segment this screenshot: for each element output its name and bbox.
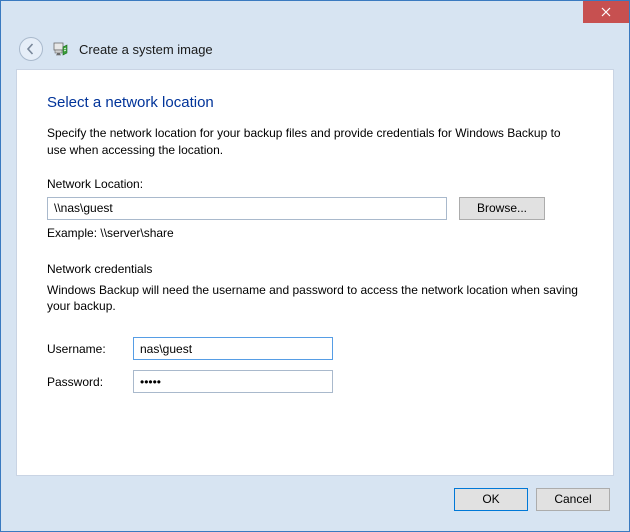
example-text: Example: \\server\share: [47, 226, 583, 240]
close-button[interactable]: [583, 1, 629, 23]
system-image-icon: [53, 41, 69, 57]
password-row: Password:: [47, 370, 583, 393]
ok-button[interactable]: OK: [454, 488, 528, 511]
credentials-description: Windows Backup will need the username an…: [47, 282, 583, 316]
username-row: Username:: [47, 337, 583, 360]
page-description: Specify the network location for your ba…: [47, 125, 583, 159]
network-location-label: Network Location:: [47, 177, 583, 191]
network-location-row: Browse...: [47, 197, 583, 220]
header-row: Create a system image: [1, 29, 629, 69]
password-label: Password:: [47, 375, 133, 389]
wizard-window: Create a system image Select a network l…: [0, 0, 630, 532]
button-bar: OK Cancel: [16, 481, 614, 517]
close-icon: [601, 7, 611, 17]
back-button[interactable]: [19, 37, 43, 61]
network-location-input[interactable]: [47, 197, 447, 220]
credentials-section-label: Network credentials: [47, 262, 583, 276]
titlebar: [1, 1, 629, 29]
content-panel: Select a network location Specify the ne…: [16, 69, 614, 476]
page-heading: Select a network location: [47, 94, 583, 111]
back-arrow-icon: [25, 43, 37, 55]
wizard-title: Create a system image: [79, 42, 213, 57]
username-input[interactable]: [133, 337, 333, 360]
browse-button[interactable]: Browse...: [459, 197, 545, 220]
username-label: Username:: [47, 342, 133, 356]
password-input[interactable]: [133, 370, 333, 393]
cancel-button[interactable]: Cancel: [536, 488, 610, 511]
